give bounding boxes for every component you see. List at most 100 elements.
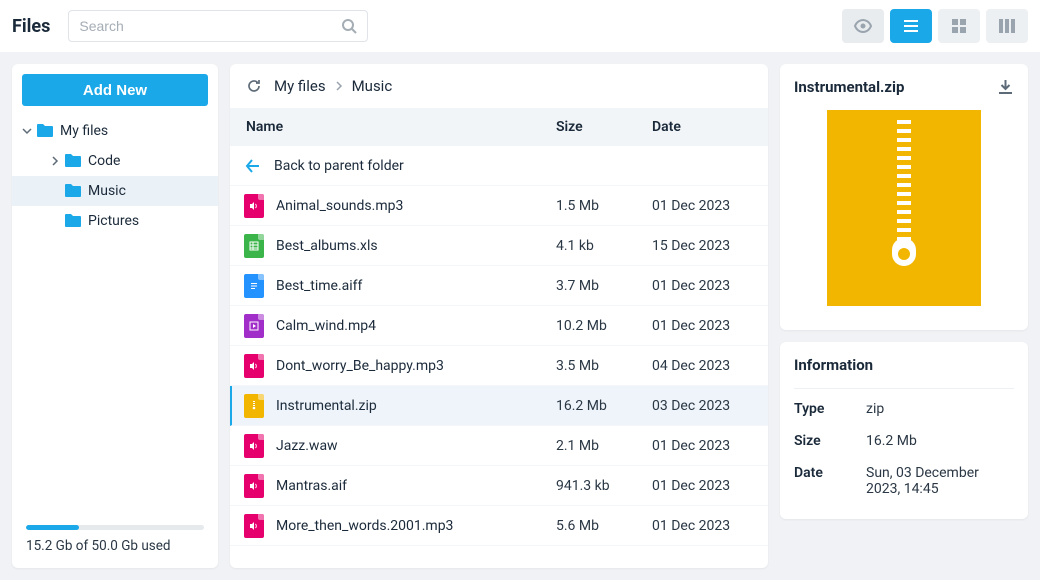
- file-row[interactable]: Instrumental.zip16.2 Mb03 Dec 2023: [230, 386, 768, 426]
- download-icon: [997, 79, 1014, 96]
- file-date: 01 Dec 2023: [652, 438, 768, 454]
- sidebar-item-music[interactable]: Music: [12, 176, 218, 206]
- file-date: 01 Dec 2023: [652, 478, 768, 494]
- xls-file-icon: [244, 234, 264, 258]
- doc-file-icon: [244, 274, 264, 298]
- folder-icon: [64, 212, 82, 230]
- file-date: 01 Dec 2023: [652, 518, 768, 534]
- sidebar-item-my-files[interactable]: My files: [12, 116, 218, 146]
- file-row[interactable]: Dont_worry_Be_happy.mp33.5 Mb04 Dec 2023: [230, 346, 768, 386]
- file-size: 1.5 Mb: [556, 198, 652, 214]
- column-header-date[interactable]: Date: [652, 119, 768, 135]
- file-row[interactable]: Best_albums.xls4.1 kb15 Dec 2023: [230, 226, 768, 266]
- info-row: DateSun, 03 December 2023, 14:45: [794, 457, 1014, 505]
- file-date: 03 Dec 2023: [652, 398, 768, 414]
- app-title: Files: [12, 16, 50, 37]
- file-row[interactable]: Jazz.waw2.1 Mb01 Dec 2023: [230, 426, 768, 466]
- preview-toggle-button[interactable]: [842, 9, 884, 43]
- file-row[interactable]: Calm_wind.mp410.2 Mb01 Dec 2023: [230, 306, 768, 346]
- file-row[interactable]: Animal_sounds.mp31.5 Mb01 Dec 2023: [230, 186, 768, 226]
- tree-item-label: Code: [88, 153, 120, 169]
- breadcrumb-item[interactable]: Music: [352, 77, 393, 95]
- file-size: 2.1 Mb: [556, 438, 652, 454]
- info-row: Typezip: [794, 393, 1014, 425]
- file-name: Best_time.aiff: [276, 278, 556, 294]
- file-date: 15 Dec 2023: [652, 238, 768, 254]
- column-header-size[interactable]: Size: [556, 119, 652, 135]
- search-box[interactable]: [68, 10, 368, 42]
- audio-file-icon: [244, 434, 264, 458]
- back-to-parent-row[interactable]: Back to parent folder: [230, 146, 768, 186]
- preview-card: Instrumental.zip: [780, 64, 1028, 330]
- file-name: Jazz.waw: [276, 438, 556, 454]
- audio-file-icon: [244, 194, 264, 218]
- file-size: 941.3 kb: [556, 478, 652, 494]
- folder-icon: [36, 122, 54, 140]
- info-label: Type: [794, 401, 866, 417]
- video-file-icon: [244, 314, 264, 338]
- add-new-button[interactable]: Add New: [22, 74, 208, 106]
- info-label: Date: [794, 465, 866, 481]
- storage-bar: [26, 525, 204, 530]
- grid-small-icon: [950, 17, 968, 35]
- breadcrumb-item[interactable]: My files: [274, 77, 326, 95]
- file-size: 3.7 Mb: [556, 278, 652, 294]
- info-value: 16.2 Mb: [866, 433, 1014, 449]
- grid-small-view-button[interactable]: [938, 9, 980, 43]
- file-name: More_then_words.2001.mp3: [276, 518, 556, 534]
- refresh-icon: [246, 78, 262, 94]
- info-row: Size16.2 Mb: [794, 425, 1014, 457]
- zip-file-icon: [244, 394, 264, 418]
- eye-icon: [854, 17, 872, 35]
- tree-item-label: My files: [60, 123, 108, 139]
- information-title: Information: [794, 356, 1014, 374]
- file-size: 4.1 kb: [556, 238, 652, 254]
- info-value: Sun, 03 December 2023, 14:45: [866, 465, 1014, 497]
- back-arrow-icon: [244, 157, 262, 175]
- file-name: Dont_worry_Be_happy.mp3: [276, 358, 556, 374]
- sidebar-item-code[interactable]: Code: [12, 146, 218, 176]
- chevron-right-icon[interactable]: [48, 156, 62, 166]
- audio-file-icon: [244, 474, 264, 498]
- preview-title: Instrumental.zip: [794, 78, 904, 96]
- search-input[interactable]: [79, 18, 341, 34]
- sidebar: Add New My files Code Music Pictures 15.2 G…: [12, 64, 218, 568]
- refresh-button[interactable]: [246, 78, 262, 94]
- storage-text: 15.2 Gb of 50.0 Gb used: [26, 538, 204, 554]
- columns-icon: [998, 17, 1016, 35]
- file-name: Best_albums.xls: [276, 238, 556, 254]
- audio-file-icon: [244, 514, 264, 538]
- file-size: 16.2 Mb: [556, 398, 652, 414]
- file-panel: My files Music Name Size Date Back to pa…: [230, 64, 768, 568]
- file-date: 04 Dec 2023: [652, 358, 768, 374]
- file-row[interactable]: Best_time.aiff3.7 Mb01 Dec 2023: [230, 266, 768, 306]
- file-name: Mantras.aif: [276, 478, 556, 494]
- file-date: 01 Dec 2023: [652, 318, 768, 334]
- file-date: 01 Dec 2023: [652, 278, 768, 294]
- file-name: Animal_sounds.mp3: [276, 198, 556, 214]
- file-size: 10.2 Mb: [556, 318, 652, 334]
- zip-preview-icon: [827, 110, 981, 306]
- chevron-right-icon: [334, 81, 344, 91]
- file-size: 3.5 Mb: [556, 358, 652, 374]
- folder-icon: [64, 182, 82, 200]
- file-name: Calm_wind.mp4: [276, 318, 556, 334]
- download-button[interactable]: [997, 79, 1014, 96]
- file-size: 5.6 Mb: [556, 518, 652, 534]
- search-icon: [341, 18, 357, 34]
- grid-large-view-button[interactable]: [986, 9, 1028, 43]
- column-header-name[interactable]: Name: [230, 119, 556, 135]
- information-card: Information TypezipSize16.2 MbDateSun, 0…: [780, 342, 1028, 519]
- chevron-down-icon[interactable]: [20, 126, 34, 136]
- tree-item-label: Pictures: [88, 213, 139, 229]
- info-value: zip: [866, 401, 1014, 417]
- list-icon: [902, 17, 920, 35]
- list-view-button[interactable]: [890, 9, 932, 43]
- file-row[interactable]: More_then_words.2001.mp35.6 Mb01 Dec 202…: [230, 506, 768, 546]
- tree-item-label: Music: [88, 183, 126, 199]
- file-date: 01 Dec 2023: [652, 198, 768, 214]
- file-row[interactable]: Mantras.aif941.3 kb01 Dec 2023: [230, 466, 768, 506]
- back-label: Back to parent folder: [274, 158, 404, 174]
- sidebar-item-pictures[interactable]: Pictures: [12, 206, 218, 236]
- audio-file-icon: [244, 354, 264, 378]
